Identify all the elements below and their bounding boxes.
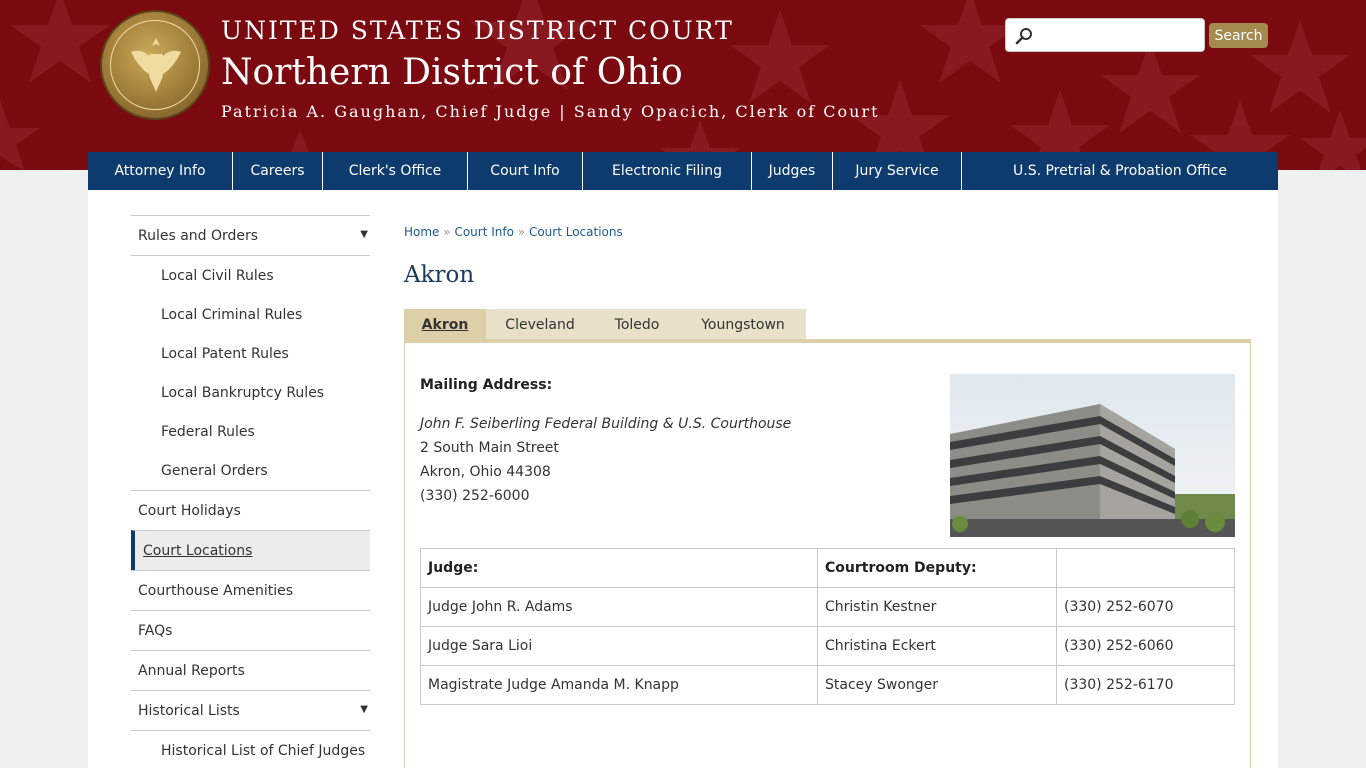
tab-cleveland[interactable]: Cleveland <box>486 309 594 341</box>
court-seal-logo[interactable] <box>100 10 210 120</box>
sidebar-item-label: FAQs <box>138 622 173 639</box>
sidebar-menu: Rules and Orders ▼ Local Civil Rules Loc… <box>131 215 370 768</box>
tab-toledo[interactable]: Toledo <box>594 309 680 341</box>
site-header: UNITED STATES DISTRICT COURT Northern Di… <box>0 0 1366 170</box>
deputy-phone: (330) 252-6070 <box>1056 587 1235 627</box>
sidebar-item-local-patent-rules[interactable]: Local Patent Rules <box>131 334 370 373</box>
dropdown-arrow-icon[interactable]: ▼ <box>360 229 368 240</box>
sidebar-item-federal-rules[interactable]: Federal Rules <box>131 412 370 451</box>
sidebar-item-rules-and-orders[interactable]: Rules and Orders ▼ <box>131 215 370 255</box>
sidebar-item-label: Local Patent Rules <box>161 345 289 362</box>
sidebar-item-label: Federal Rules <box>161 423 255 440</box>
nav-attorney-info[interactable]: Attorney Info <box>88 152 233 190</box>
search-field[interactable] <box>1005 18 1205 52</box>
sidebar-item-local-bankruptcy-rules[interactable]: Local Bankruptcy Rules <box>131 373 370 412</box>
sidebar-item-label: Local Civil Rules <box>161 267 274 284</box>
sidebar-item-local-criminal-rules[interactable]: Local Criminal Rules <box>131 295 370 334</box>
building-name: John F. Seiberling Federal Building & U.… <box>420 416 792 432</box>
sidebar-item-label: Courthouse Amenities <box>138 582 294 599</box>
breadcrumb-separator: » <box>517 225 526 239</box>
mailing-address-label: Mailing Address: <box>420 377 553 393</box>
table-header-phone <box>1056 548 1235 588</box>
deputy-phone: (330) 252-6060 <box>1056 626 1235 666</box>
sidebar-item-local-civil-rules[interactable]: Local Civil Rules <box>131 256 370 295</box>
sidebar-item-label: Annual Reports <box>138 662 245 679</box>
sidebar-item-label: Historical Lists <box>138 702 240 719</box>
table-row: Judge Sara Lioi Christina Eckert (330) 2… <box>420 626 1235 666</box>
sidebar-item-label: Court Holidays <box>138 502 241 519</box>
table-header-row: Judge: Courtroom Deputy: <box>420 548 1235 588</box>
courthouse-photo <box>950 374 1235 537</box>
eagle-icon <box>131 38 181 92</box>
city-state-zip: Akron, Ohio 44308 <box>420 464 551 480</box>
main-phone: (330) 252-6000 <box>420 488 530 504</box>
sidebar-item-label: Historical List of Chief Judges <box>161 742 366 759</box>
court-officers: Patricia A. Gaughan, Chief Judge | Sandy… <box>221 102 880 121</box>
tab-youngstown[interactable]: Youngstown <box>680 309 806 341</box>
sidebar-item-label: General Orders <box>161 462 268 479</box>
judge-name: Judge Sara Lioi <box>420 626 818 666</box>
sidebar-item-label: Local Criminal Rules <box>161 306 303 323</box>
nav-pretrial-probation[interactable]: U.S. Pretrial & Probation Office <box>962 152 1278 190</box>
table-row: Magistrate Judge Amanda M. Knapp Stacey … <box>420 665 1235 705</box>
sidebar-item-label: Court Locations <box>143 542 253 559</box>
nav-clerks-office[interactable]: Clerk's Office <box>323 152 468 190</box>
sidebar-item-annual-reports[interactable]: Annual Reports <box>131 650 370 690</box>
nav-court-info[interactable]: Court Info <box>468 152 583 190</box>
sidebar-item-faqs[interactable]: FAQs <box>131 610 370 650</box>
breadcrumb-court-info-link[interactable]: Court Info <box>454 225 514 239</box>
sidebar-item-court-holidays[interactable]: Court Holidays <box>131 490 370 530</box>
breadcrumb-separator: » <box>443 225 451 239</box>
deputy-name: Christina Eckert <box>817 626 1057 666</box>
table-header-deputy: Courtroom Deputy: <box>817 548 1057 588</box>
judge-name: Judge John R. Adams <box>420 587 818 627</box>
nav-electronic-filing[interactable]: Electronic Filing <box>583 152 752 190</box>
nav-judges[interactable]: Judges <box>752 152 833 190</box>
breadcrumb-home-link[interactable]: Home <box>404 225 439 239</box>
judges-table: Judge: Courtroom Deputy: Judge John R. A… <box>420 548 1235 705</box>
page-title: Akron <box>404 262 475 288</box>
deputy-name: Christin Kestner <box>817 587 1057 627</box>
table-row: Judge John R. Adams Christin Kestner (33… <box>420 587 1235 627</box>
court-name-top: UNITED STATES DISTRICT COURT <box>221 16 734 45</box>
judge-name: Magistrate Judge Amanda M. Knapp <box>420 665 818 705</box>
sidebar-item-historical-list-chief-judges[interactable]: Historical List of Chief Judges <box>131 731 370 768</box>
deputy-phone: (330) 252-6170 <box>1056 665 1235 705</box>
breadcrumb-current-link[interactable]: Court Locations <box>529 225 623 239</box>
dropdown-arrow-icon[interactable]: ▼ <box>360 704 368 715</box>
sidebar-item-court-locations[interactable]: Court Locations <box>131 530 370 570</box>
sidebar-item-historical-lists[interactable]: Historical Lists ▼ <box>131 690 370 730</box>
search-button[interactable]: Search <box>1209 23 1268 48</box>
district-name[interactable]: Northern District of Ohio <box>221 52 683 93</box>
breadcrumb: Home » Court Info » Court Locations <box>404 225 623 239</box>
deputy-name: Stacey Swonger <box>817 665 1057 705</box>
search-icon <box>1015 28 1032 45</box>
tab-akron[interactable]: Akron <box>404 309 486 341</box>
main-navigation: Attorney Info Careers Clerk's Office Cou… <box>88 152 1278 190</box>
nav-careers[interactable]: Careers <box>233 152 323 190</box>
sidebar-item-label: Local Bankruptcy Rules <box>161 384 325 401</box>
sidebar-item-general-orders[interactable]: General Orders <box>131 451 370 490</box>
table-header-judge: Judge: <box>420 548 818 588</box>
location-tabs: Akron Cleveland Toledo Youngstown <box>404 309 806 341</box>
sidebar-item-courthouse-amenities[interactable]: Courthouse Amenities <box>131 570 370 610</box>
street-address: 2 South Main Street <box>420 440 559 456</box>
sidebar-item-label: Rules and Orders <box>138 227 259 244</box>
search-input[interactable] <box>1038 23 1198 47</box>
nav-jury-service[interactable]: Jury Service <box>833 152 962 190</box>
